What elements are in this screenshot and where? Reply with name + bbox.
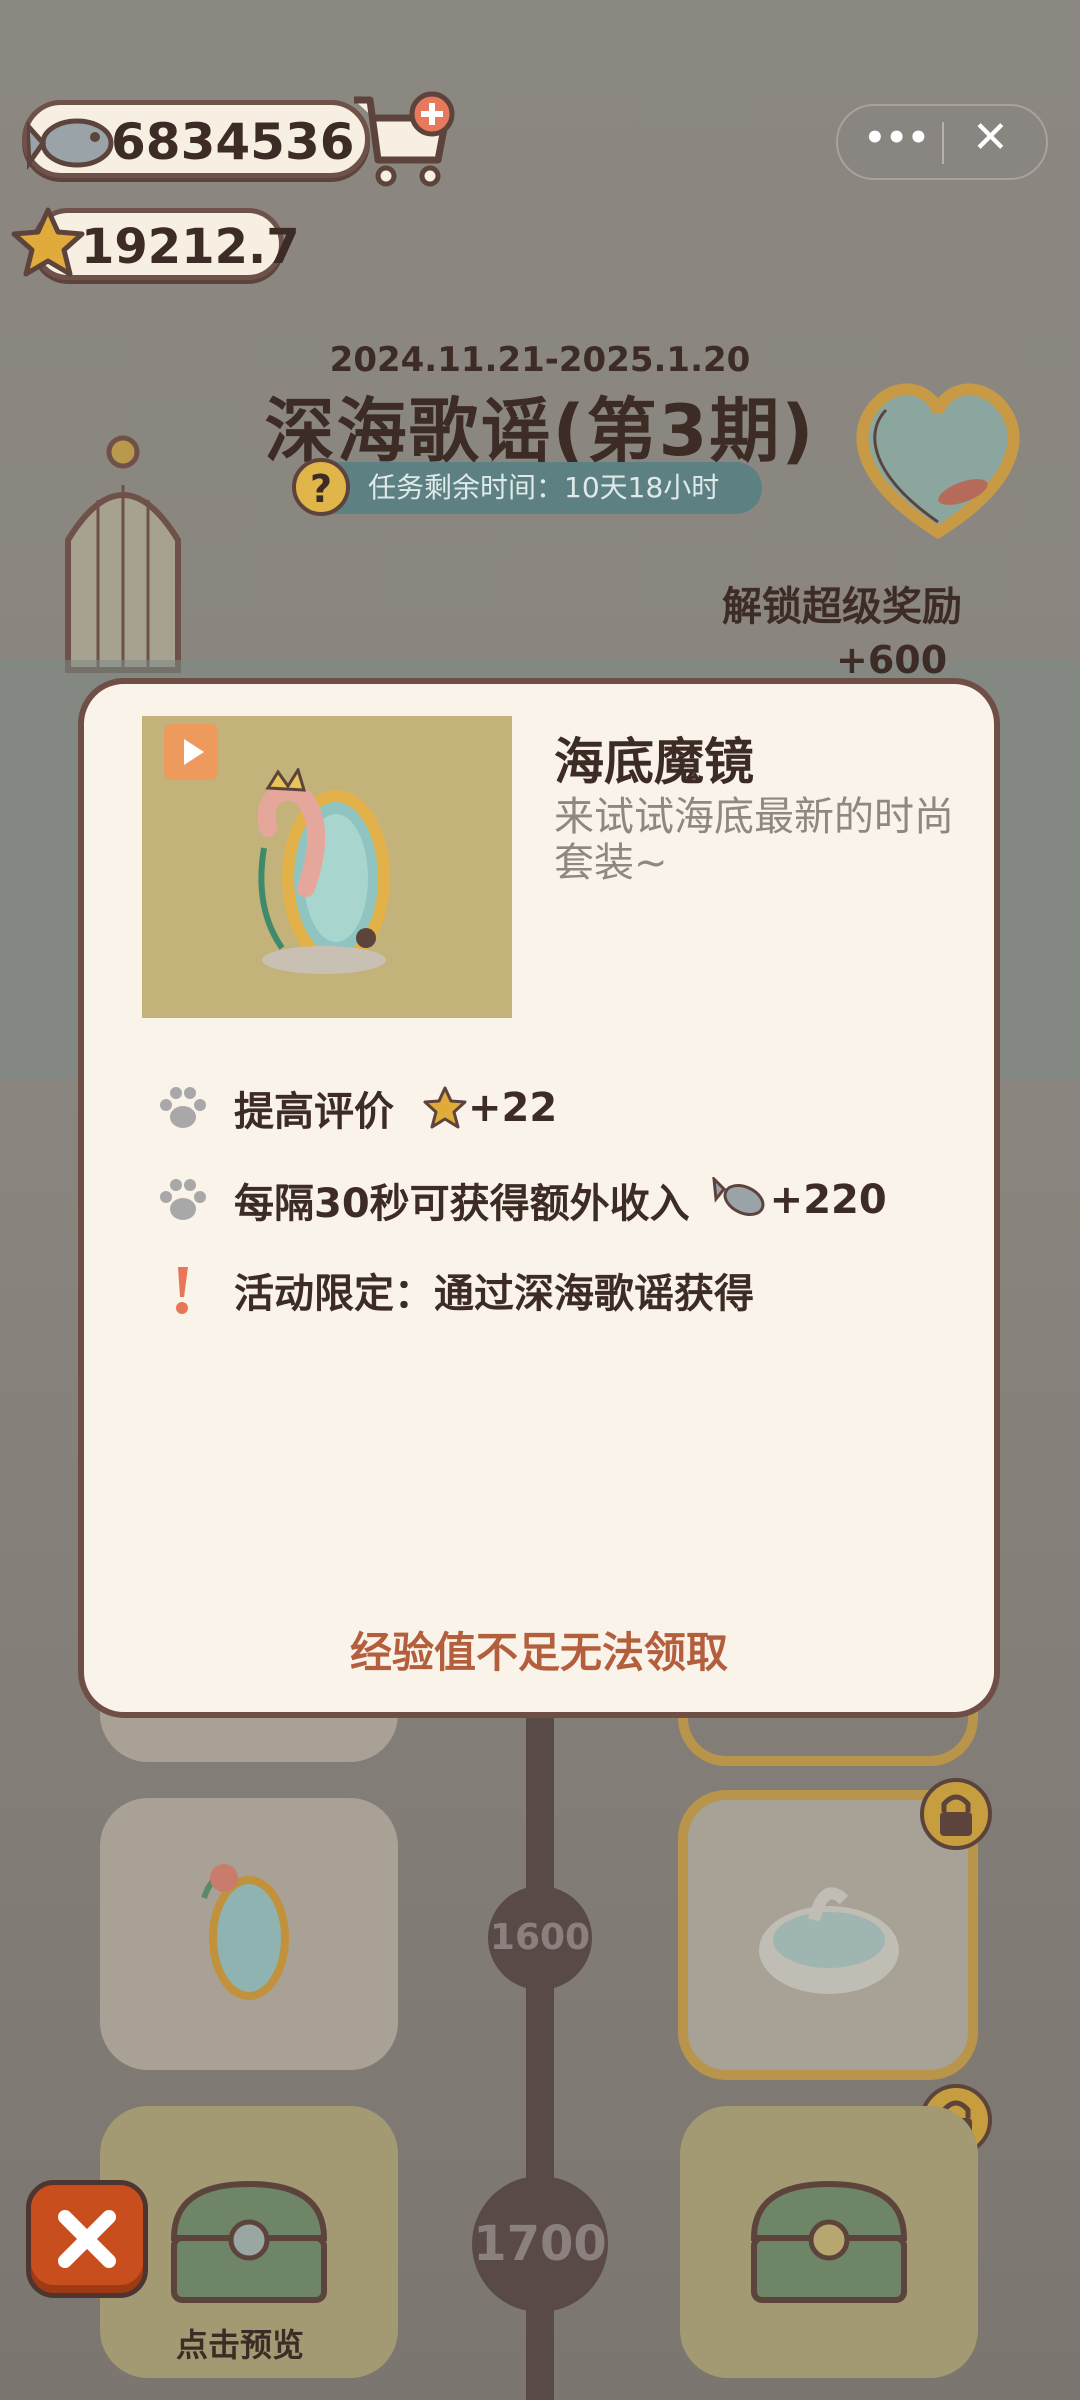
help-button[interactable]: ?: [292, 458, 350, 516]
unlock-super-reward-label: 解锁超级奖励: [722, 584, 962, 630]
paw-icon: [160, 1087, 206, 1128]
limited-note: 活动限定：通过深海歌谣获得: [234, 1271, 754, 1317]
magic-mirror-image: [257, 768, 390, 974]
cart-icon: [354, 91, 455, 187]
limited-note-row: 活动限定：通过深海歌谣获得: [156, 1260, 754, 1320]
star-icon: [11, 207, 85, 277]
item-name: 海底魔镜: [554, 733, 754, 791]
claim-status-button[interactable]: 经验值不足无法领取: [84, 1619, 994, 1680]
close-mini-program-button[interactable]: ✕: [972, 112, 1009, 163]
stat-row-income: 每隔30秒可获得额外收入 +220: [156, 1170, 887, 1230]
preview-label: 点击预览: [176, 2326, 305, 2364]
reward-tile-chest-locked[interactable]: [680, 2106, 978, 2378]
unlock-reward-amount: +600: [836, 638, 948, 682]
item-detail-modal: 海底魔镜 来试试海底最新的时尚套装~ 提高评价 +22 每隔30秒可获得额外收入…: [78, 678, 1000, 1718]
chest-icon: [170, 2180, 328, 2303]
star-amount: 19212.7: [81, 219, 300, 275]
fish-icon: [711, 1177, 765, 1217]
stat-row-rating: 提高评价 +22: [156, 1078, 557, 1138]
track-node-1700: 1700: [472, 2176, 608, 2312]
heart-mirror-reward-icon[interactable]: [848, 372, 1028, 542]
stat-value: +22: [468, 1085, 558, 1131]
stat-label: 提高评价: [234, 1089, 394, 1135]
chest-icon: [750, 2180, 908, 2303]
mirror-item-icon: [201, 1864, 289, 2000]
stat-value: +220: [769, 1177, 887, 1223]
lock-icon: [920, 1778, 992, 1850]
fish-icon: [27, 118, 114, 171]
item-preview-image[interactable]: [142, 716, 512, 1018]
stat-label: 每隔30秒可获得额外收入: [234, 1181, 690, 1227]
video-play-icon[interactable]: [164, 724, 218, 780]
fish-amount: 6834536: [111, 113, 355, 171]
reward-tile-mirror[interactable]: [100, 1798, 398, 2070]
fish-currency-pill: 6834536: [22, 100, 370, 178]
track-node-1600: 1600: [488, 1886, 592, 1990]
paw-icon: [160, 1179, 206, 1220]
remaining-time-bar: ? 任务剩余时间：10天18小时: [292, 458, 762, 516]
close-popup-button[interactable]: [26, 2180, 148, 2298]
controls-divider: [942, 122, 944, 164]
more-options-button[interactable]: •••: [864, 118, 929, 158]
window-controls: ••• ✕: [836, 104, 1048, 180]
remaining-time-text: 任务剩余时间：10天18小时: [368, 471, 720, 504]
shop-cart-button[interactable]: [348, 90, 458, 190]
bathtub-item-icon: [759, 1887, 899, 1994]
birdcage-decoration: [65, 435, 181, 673]
exclamation-icon: [176, 1267, 188, 1314]
star-icon: [423, 1086, 467, 1129]
item-description: 来试试海底最新的时尚套装~: [554, 794, 954, 886]
close-icon: [58, 2210, 116, 2268]
